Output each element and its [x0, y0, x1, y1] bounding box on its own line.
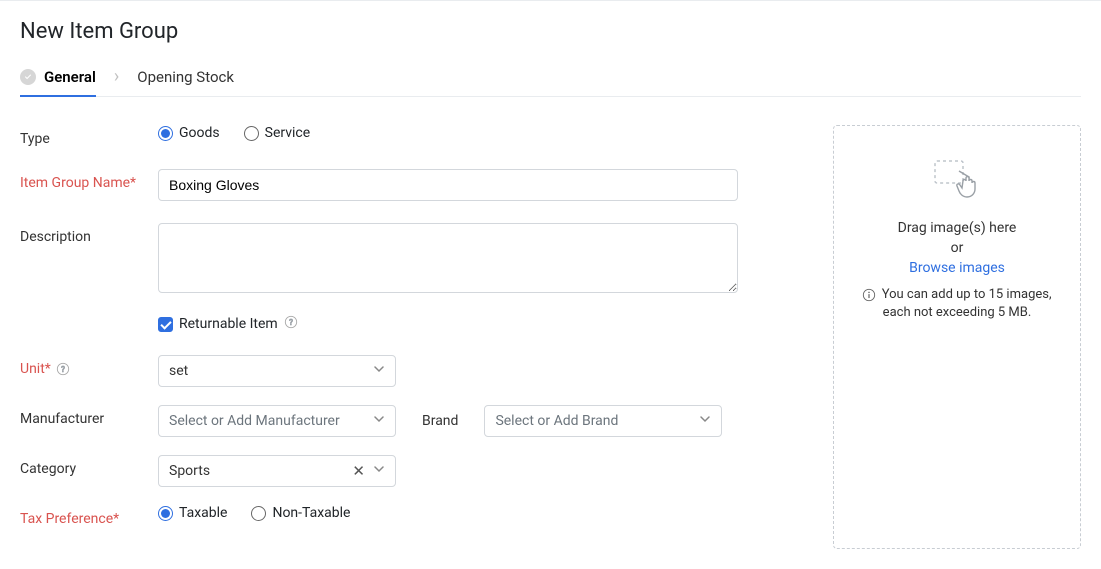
label-empty — [20, 315, 158, 321]
radio-non-taxable-label: Non-Taxable — [272, 505, 350, 521]
returnable-label: Returnable Item — [179, 316, 278, 332]
help-icon[interactable]: ? — [56, 362, 70, 376]
category-value: Sports — [169, 463, 210, 479]
tab-opening-stock[interactable]: Opening Stock — [137, 62, 234, 96]
clear-icon[interactable]: ✕ — [352, 462, 365, 480]
tab-opening-stock-label: Opening Stock — [137, 68, 234, 86]
label-tax-preference: Tax Preference* — [20, 505, 158, 527]
brand-select[interactable]: Select or Add Brand — [484, 405, 722, 437]
label-unit: Unit* ? — [20, 355, 158, 377]
radio-goods-input[interactable] — [158, 126, 173, 141]
radio-service[interactable]: Service — [244, 125, 311, 141]
chevron-down-icon — [373, 363, 385, 379]
radio-service-label: Service — [265, 125, 311, 141]
help-icon[interactable]: ? — [284, 315, 298, 333]
dropzone-or: or — [848, 240, 1066, 256]
chevron-right-icon: › — [114, 66, 119, 93]
label-item-group-name: Item Group Name* — [20, 169, 158, 191]
unit-select[interactable]: set — [158, 355, 396, 387]
returnable-checkbox-input[interactable] — [158, 317, 173, 332]
tax-radiogroup: Taxable Non-Taxable — [158, 505, 793, 521]
brand-placeholder: Select or Add Brand — [495, 413, 618, 429]
radio-taxable-input[interactable] — [158, 506, 173, 521]
chevron-down-icon — [699, 413, 711, 429]
page-title: New Item Group — [20, 19, 1081, 44]
returnable-checkbox[interactable]: Returnable Item ? — [158, 315, 298, 333]
tab-general[interactable]: General — [20, 62, 96, 96]
chevron-down-icon — [373, 413, 385, 429]
chevron-down-icon — [373, 463, 385, 479]
label-description: Description — [20, 223, 158, 245]
info-icon — [862, 288, 876, 302]
image-dropzone[interactable]: Drag image(s) here or Browse images You … — [833, 125, 1081, 549]
check-circle-icon — [20, 69, 36, 85]
label-manufacturer: Manufacturer — [20, 405, 158, 427]
upload-icon — [927, 156, 987, 206]
label-category: Category — [20, 455, 158, 477]
radio-service-input[interactable] — [244, 126, 259, 141]
label-unit-text: Unit* — [20, 361, 51, 377]
unit-select-value: set — [169, 363, 188, 379]
description-textarea[interactable] — [158, 223, 738, 293]
label-brand: Brand — [422, 413, 458, 429]
label-type: Type — [20, 125, 158, 147]
manufacturer-placeholder: Select or Add Manufacturer — [169, 413, 340, 429]
radio-non-taxable-input[interactable] — [251, 506, 266, 521]
type-radiogroup: Goods Service — [158, 125, 793, 141]
manufacturer-select[interactable]: Select or Add Manufacturer — [158, 405, 396, 437]
tab-general-label: General — [44, 68, 96, 86]
radio-taxable[interactable]: Taxable — [158, 505, 227, 521]
browse-images-link[interactable]: Browse images — [848, 260, 1066, 276]
radio-taxable-label: Taxable — [179, 505, 227, 521]
tab-bar: General › Opening Stock — [20, 62, 1081, 97]
radio-goods[interactable]: Goods — [158, 125, 220, 141]
dropzone-info: You can add up to 15 images, each not ex… — [848, 286, 1066, 322]
radio-non-taxable[interactable]: Non-Taxable — [251, 505, 350, 521]
svg-text:?: ? — [61, 365, 65, 374]
svg-text:?: ? — [289, 318, 293, 327]
item-group-name-input[interactable] — [158, 169, 738, 201]
dropzone-info-text: You can add up to 15 images, each not ex… — [882, 287, 1052, 320]
radio-goods-label: Goods — [179, 125, 220, 141]
dropzone-drag-text: Drag image(s) here — [848, 220, 1066, 236]
category-select[interactable]: Sports ✕ — [158, 455, 396, 487]
